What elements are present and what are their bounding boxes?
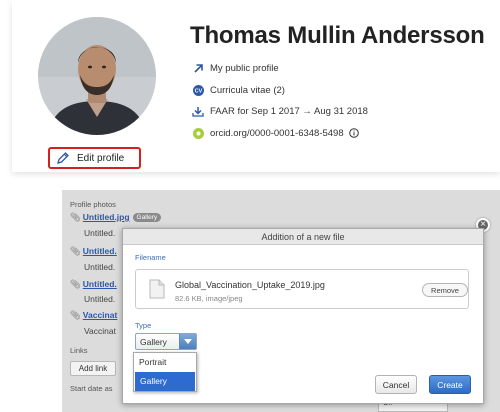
cv-link[interactable]: CV Curricula vitae (2) [192, 80, 368, 102]
photo-file-entry[interactable]: 📎︎ Untitled. [70, 246, 117, 257]
add-link-button[interactable]: Add link [70, 361, 116, 376]
photo-file-entry[interactable]: 📎︎ Untitled.jpg Gallery [70, 212, 162, 223]
type-option-portrait[interactable]: Portrait [134, 353, 196, 372]
create-button[interactable]: Create [429, 375, 471, 394]
gallery-tag: Gallery [132, 213, 162, 222]
photo-file-name[interactable]: Untitled. [83, 246, 117, 256]
chevron-down-icon[interactable] [179, 334, 196, 349]
avatar [38, 17, 156, 135]
photo-file-name[interactable]: Untitled.jpg [83, 212, 130, 222]
orcid-link[interactable]: orcid.org/0000-0001-6348-5498 [192, 123, 368, 145]
type-option-gallery[interactable]: Gallery [135, 372, 195, 391]
faar-label: FAAR for Sep 1 2017 → Aug 31 2018 [210, 106, 368, 118]
type-label: Type [135, 321, 152, 330]
photo-file-name[interactable]: Vaccinat [83, 310, 118, 320]
dialog-title: Addition of a new file [123, 229, 483, 245]
faar-link[interactable]: FAAR for Sep 1 2017 → Aug 31 2018 [192, 101, 368, 123]
pencil-icon [57, 152, 69, 164]
start-date-label: Start date as [70, 384, 113, 393]
filename-label: Filename [135, 253, 166, 262]
public-profile-link[interactable]: My public profile [192, 58, 368, 80]
photo-file-entry[interactable]: 📎︎ Untitled. [70, 279, 117, 290]
cv-icon: CV [192, 84, 204, 96]
photo-file-caption: Untitled. [84, 228, 116, 238]
edit-profile-button[interactable]: Edit profile [48, 147, 141, 169]
remove-button[interactable]: Remove [422, 283, 468, 297]
public-profile-label: My public profile [210, 63, 279, 75]
photo-file-caption: Vaccinat [84, 326, 116, 336]
profile-card: Thomas Mullin Andersson My public profil… [12, 0, 500, 172]
photo-file-name[interactable]: Untitled. [83, 279, 117, 289]
cv-label: Curricula vitae (2) [210, 84, 285, 96]
paperclip-icon: 📎︎ [70, 246, 81, 256]
paperclip-icon: 📎︎ [70, 212, 81, 222]
profile-links: My public profile CV Curricula vitae (2)… [192, 58, 368, 144]
edit-profile-label: Edit profile [77, 152, 125, 164]
paperclip-icon: 📎︎ [70, 279, 81, 289]
photo-file-caption: Untitled. [84, 294, 116, 304]
paperclip-icon: 📎︎ [70, 310, 81, 320]
type-selected-value: Gallery [140, 337, 167, 347]
orcid-icon [192, 127, 204, 139]
uploaded-file-box: Global_Vaccination_Uptake_2019.jpg 82.6 … [135, 269, 469, 309]
arrow-up-right-icon [192, 63, 204, 75]
document-icon [149, 279, 165, 304]
orcid-label: orcid.org/0000-0001-6348-5498 [210, 127, 344, 139]
svg-text:CV: CV [194, 88, 202, 94]
uploaded-file-name: Global_Vaccination_Uptake_2019.jpg [175, 280, 325, 290]
profile-name: Thomas Mullin Andersson [190, 22, 485, 49]
links-label: Links [70, 346, 88, 355]
type-select[interactable]: Gallery [135, 333, 197, 350]
uploaded-file-meta: 82.6 KB, image/jpeg [175, 294, 243, 303]
profile-photos-label: Profile photos [70, 200, 116, 209]
info-icon[interactable] [348, 128, 359, 139]
add-file-dialog: Addition of a new file Filename Global_V… [122, 228, 484, 404]
photo-file-entry[interactable]: 📎︎ Vaccinat [70, 310, 117, 321]
cancel-button[interactable]: Cancel [375, 375, 417, 394]
type-dropdown: Portrait Gallery [133, 352, 197, 392]
download-icon [192, 106, 204, 118]
photo-file-caption: Untitled. [84, 262, 116, 272]
screen: Thomas Mullin Andersson My public profil… [0, 0, 500, 412]
